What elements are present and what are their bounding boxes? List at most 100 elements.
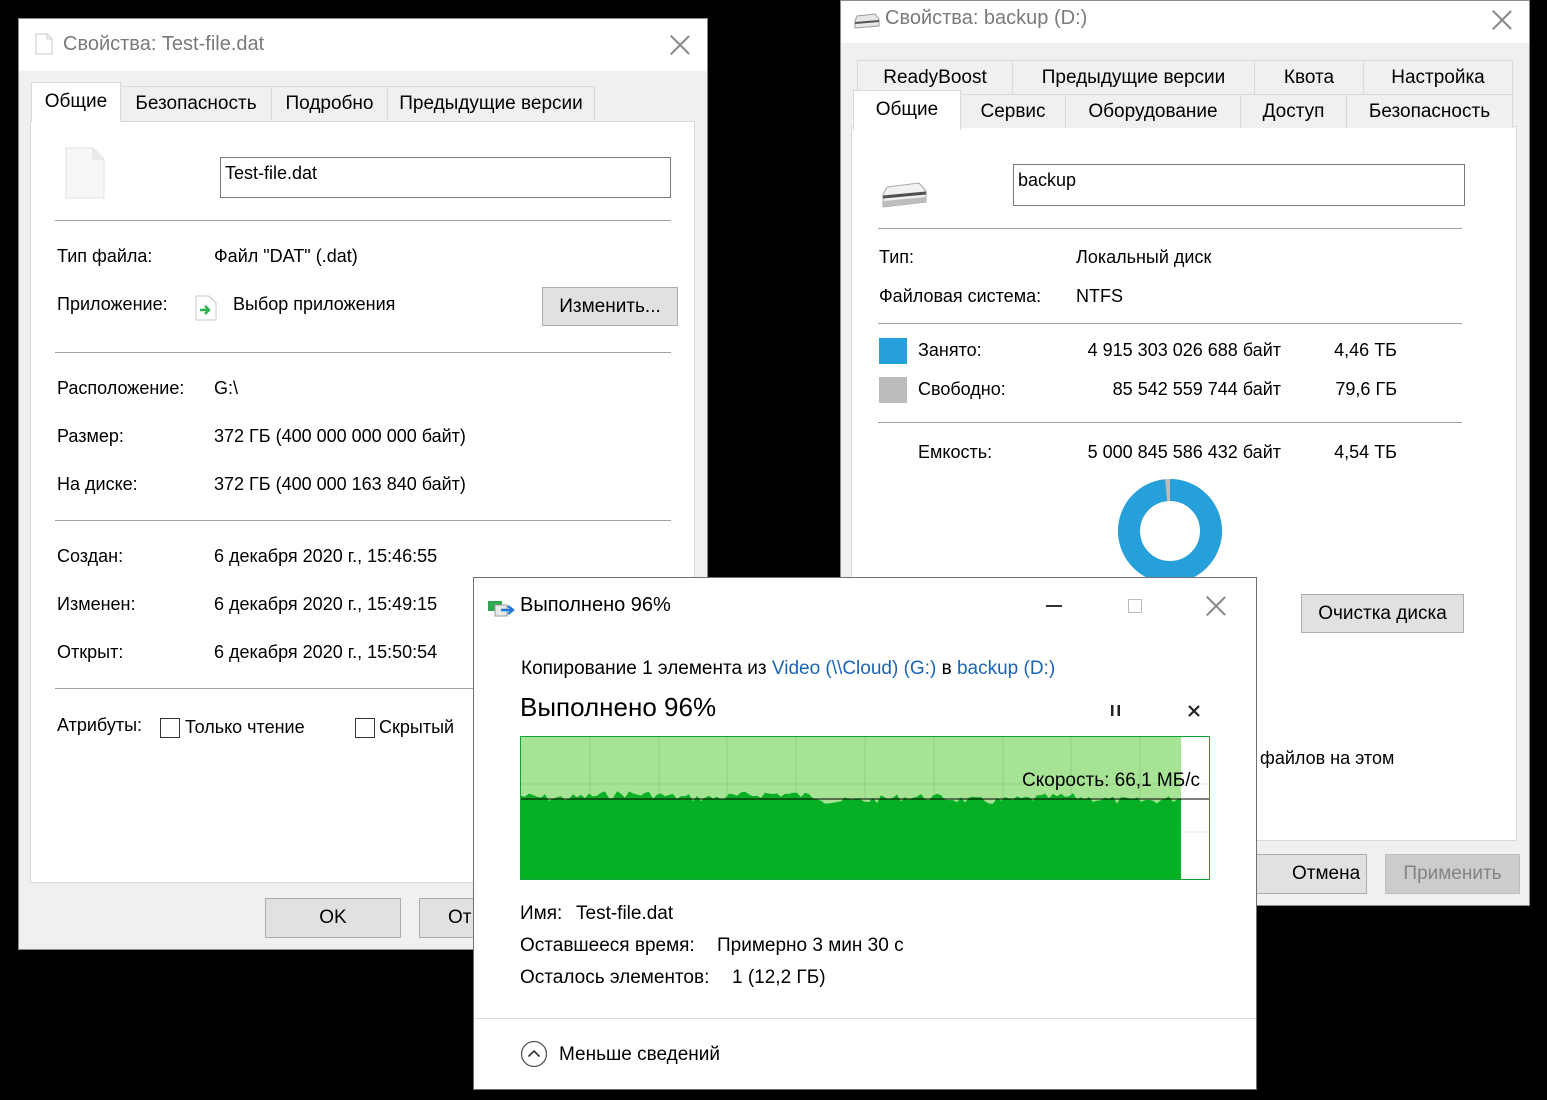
maximize-icon[interactable] [1128, 599, 1142, 613]
progress-heading: Выполнено 96% [520, 692, 717, 722]
modified-label: Изменен: [57, 594, 136, 614]
volume-name-input[interactable]: backup [1013, 164, 1465, 206]
name-value: Test-file.dat [576, 903, 674, 924]
drive-large-icon [882, 182, 927, 208]
minimize-icon[interactable] [1046, 605, 1062, 607]
cancel-copy-icon[interactable] [1187, 704, 1201, 718]
fs-value: NTFS [1076, 286, 1123, 306]
filename-input[interactable]: Test-file.dat [220, 157, 671, 198]
tab-previous-versions[interactable]: Предыдущие версии [387, 86, 595, 120]
readonly-checkbox[interactable] [160, 718, 180, 738]
time-label: Оставшееся время: [520, 935, 695, 956]
location-value: G:\ [214, 378, 239, 398]
tab-general[interactable]: Общие [31, 82, 121, 122]
donut-used-ring [1118, 479, 1222, 583]
window-title: Свойства: Test-file.dat [63, 33, 265, 55]
hidden-label: Скрытый [379, 717, 455, 737]
tab-quota[interactable]: Квота [1254, 60, 1364, 94]
size-value: 372 ГБ (400 000 000 000 байт) [214, 426, 466, 446]
free-swatch [879, 377, 907, 403]
window-title: Свойства: backup (D:) [885, 7, 1088, 29]
copy-description: Копирование 1 элемента из Video (\\Cloud… [521, 658, 1055, 680]
app-label: Приложение: [57, 294, 168, 314]
tab-service[interactable]: Сервис [960, 94, 1066, 128]
copy-progress-window: Выполнено 96% Копирование 1 элемента из … [473, 577, 1257, 1090]
graph-speed-area [521, 791, 1181, 879]
tab-readyboost[interactable]: ReadyBoost [857, 60, 1013, 94]
used-label: Занято: [918, 340, 982, 360]
close-icon[interactable] [669, 34, 691, 56]
drive-small-icon [854, 13, 880, 29]
type-value: Локальный диск [1076, 247, 1212, 267]
apply-button[interactable]: Применить [1385, 854, 1520, 894]
attributes-label: Атрибуты: [57, 715, 143, 735]
items-label: Осталось элементов: [520, 967, 710, 988]
disk-cleanup-button[interactable]: Очистка диска [1301, 594, 1464, 633]
speed-label: Скорость: 66,1 МБ/с [1022, 770, 1200, 791]
disk-size-label: На диске: [57, 474, 138, 494]
window-title: Выполнено 96% [520, 594, 671, 616]
copy-icon [488, 601, 515, 617]
created-label: Создан: [57, 546, 124, 566]
type-label: Тип: [879, 247, 915, 267]
divider [55, 220, 671, 221]
tab-sharing[interactable]: Доступ [1240, 94, 1347, 128]
file-icon [35, 33, 53, 55]
used-bytes: 4 915 303 026 688 байт [1087, 340, 1281, 360]
used-size: 4,46 ТБ [1334, 340, 1397, 360]
file-type-label: Тип файла: [57, 246, 153, 266]
tab-details[interactable]: Подробно [271, 86, 388, 120]
tab-security[interactable]: Безопасность [1346, 94, 1513, 128]
ok-button[interactable]: OK [265, 898, 401, 938]
title-bar: Свойства: backup (D:) [841, 1, 1529, 43]
tab-settings[interactable]: Настройка [1363, 60, 1513, 94]
name-label: Имя: [520, 903, 563, 924]
pause-icon[interactable] [1110, 704, 1122, 718]
size-label: Размер: [57, 426, 124, 446]
close-icon[interactable] [1491, 9, 1513, 31]
divider [474, 1018, 1256, 1019]
divider [55, 520, 671, 521]
location-label: Расположение: [57, 378, 185, 398]
title-bar: Свойства: Test-file.dat [19, 19, 707, 71]
items-value: 1 (12,2 ГБ) [732, 967, 826, 988]
opened-label: Открыт: [57, 642, 124, 662]
divider [878, 228, 1462, 229]
free-bytes: 85 542 559 744 байт [1112, 379, 1281, 399]
file-type-value: Файл "DAT" (.dat) [214, 246, 358, 266]
divider [878, 422, 1462, 423]
speed-graph [520, 736, 1210, 880]
capacity-bytes: 5 000 845 586 432 байт [1087, 442, 1281, 462]
disk-size-value: 372 ГБ (400 000 163 840 байт) [214, 474, 466, 494]
destination-link[interactable]: backup (D:) [957, 658, 1055, 679]
chevron-up-icon[interactable] [520, 1040, 548, 1068]
fs-label: Файловая система: [879, 286, 1042, 306]
hidden-checkbox[interactable] [355, 718, 375, 738]
readonly-label: Только чтение [185, 717, 305, 737]
divider [878, 323, 1462, 324]
app-chooser-icon [195, 295, 217, 321]
app-value: Выбор приложения [233, 294, 396, 314]
change-app-button[interactable]: Изменить... [542, 287, 678, 326]
free-label: Свободно: [918, 379, 1006, 399]
free-size: 79,6 ГБ [1335, 379, 1397, 399]
opened-value: 6 декабря 2020 г., 15:50:54 [214, 642, 438, 662]
tab-previous-versions[interactable]: Предыдущие версии [1012, 60, 1255, 94]
close-icon[interactable] [1205, 595, 1227, 617]
tab-general[interactable]: Общие [853, 90, 961, 130]
used-swatch [879, 338, 907, 364]
less-details-link[interactable]: Меньше сведений [559, 1044, 720, 1066]
source-link[interactable]: Video (\\Cloud) (G:) [772, 658, 936, 679]
capacity-size: 4,54 ТБ [1334, 442, 1397, 462]
file-large-icon [65, 147, 105, 199]
tab-hardware[interactable]: Оборудование [1065, 94, 1241, 128]
created-value: 6 декабря 2020 г., 15:46:55 [214, 546, 438, 566]
description-prefix: Копирование 1 элемента из [521, 658, 772, 679]
divider [55, 352, 671, 353]
modified-value: 6 декабря 2020 г., 15:49:15 [214, 594, 438, 614]
disk-usage-donut [1118, 479, 1222, 583]
time-value: Примерно 3 мин 30 с [717, 935, 904, 956]
tab-security[interactable]: Безопасность [120, 86, 272, 120]
capacity-label: Емкость: [918, 442, 993, 462]
partial-text: е файлов на этом [1245, 748, 1395, 768]
